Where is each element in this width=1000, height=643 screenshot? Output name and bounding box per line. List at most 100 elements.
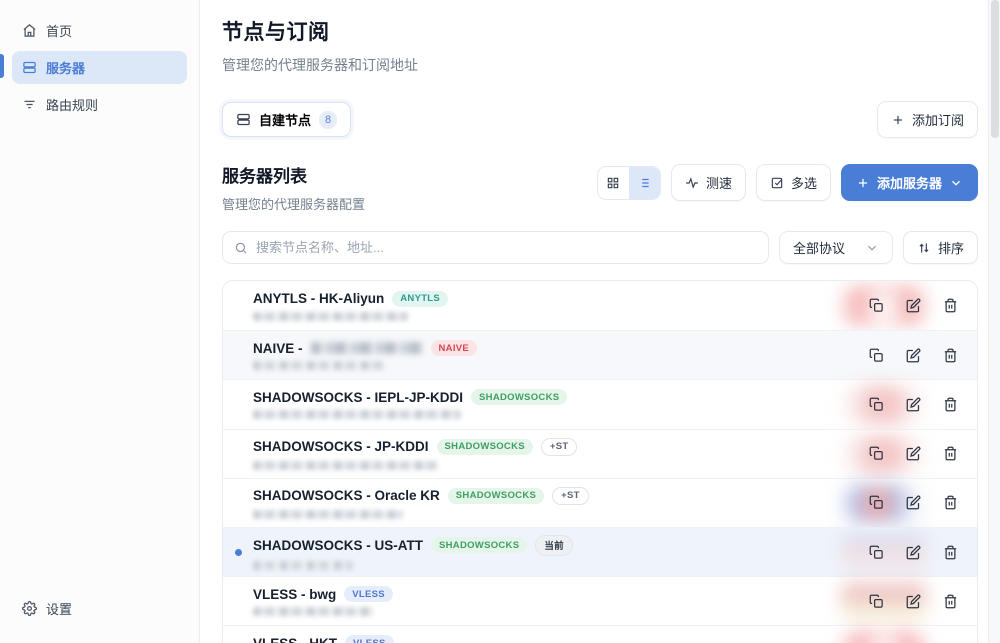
- delete-button[interactable]: [937, 441, 963, 467]
- edit-button[interactable]: [900, 490, 926, 516]
- search-input[interactable]: [256, 240, 757, 255]
- server-name: ANYTLS - HK-Aliyun: [253, 291, 385, 307]
- search-box: [222, 231, 769, 264]
- delete-button[interactable]: [937, 342, 963, 368]
- delete-button[interactable]: [937, 637, 963, 643]
- plus-icon: [893, 115, 903, 124]
- grid-view-button[interactable]: [598, 167, 629, 199]
- server-name: NAIVE -: [253, 340, 303, 356]
- copy-icon: [869, 545, 883, 559]
- server-row[interactable]: NAIVE - NAIVE: [223, 330, 977, 380]
- tab-row: 自建节点 8 添加订阅: [222, 101, 978, 138]
- current-node-dot: [235, 548, 242, 556]
- edit-button[interactable]: [900, 637, 926, 643]
- active-indicator: [0, 54, 4, 78]
- section-title: 服务器列表: [222, 167, 307, 186]
- server-icon: [23, 61, 36, 74]
- trash-icon: [944, 594, 956, 609]
- page-title: 节点与订阅: [222, 21, 330, 44]
- protocol-filter-value: 全部协议: [792, 241, 845, 256]
- sidebar-item-label: 设置: [46, 602, 73, 617]
- copy-button[interactable]: [863, 441, 889, 467]
- server-row[interactable]: VLESS - HKT VLESS: [223, 625, 977, 643]
- server-row[interactable]: SHADOWSOCKS - IEPL-JP-KDDI SHADOWSOCKS: [223, 379, 977, 429]
- copy-icon: [869, 495, 883, 510]
- server-row[interactable]: SHADOWSOCKS - JP-KDDI SHADOWSOCKS +ST: [223, 428, 977, 478]
- scrollbar-thumb[interactable]: [991, 0, 999, 138]
- protocol-badge: SHADOWSOCKS: [471, 389, 568, 406]
- protocol-badge: VLESS: [344, 586, 393, 603]
- tab-label: 自建节点: [259, 113, 312, 128]
- server-name: VLESS - bwg: [253, 586, 337, 602]
- add-subscription-button[interactable]: 添加订阅: [876, 101, 978, 138]
- extra-badge: 当前: [535, 534, 573, 556]
- server-row[interactable]: VLESS - bwg VLESS: [223, 576, 977, 626]
- protocol-badge: SHADOWSOCKS: [447, 487, 545, 504]
- delete-button[interactable]: [937, 293, 963, 319]
- copy-button[interactable]: [863, 342, 889, 368]
- copy-button[interactable]: [863, 490, 889, 516]
- grid-icon: [608, 177, 619, 188]
- list-view-button[interactable]: [628, 166, 660, 199]
- server-row[interactable]: SHADOWSOCKS - Oracle KR SHADOWSOCKS +ST: [223, 477, 977, 527]
- delete-button[interactable]: [937, 539, 963, 565]
- speed-test-button[interactable]: 测速: [670, 164, 746, 201]
- edit-button[interactable]: [900, 293, 926, 319]
- sidebar-item-home[interactable]: 首页: [12, 14, 187, 47]
- edit-button[interactable]: [900, 441, 926, 467]
- sidebar-item-settings[interactable]: 设置: [12, 592, 187, 625]
- copy-button[interactable]: [863, 637, 889, 643]
- add-server-label: 添加服务器: [876, 176, 942, 191]
- trash-icon: [944, 446, 956, 461]
- node-count-badge: 8: [319, 110, 338, 129]
- server-row[interactable]: SHADOWSOCKS - US-ATT SHADOWSOCKS 当前: [223, 526, 977, 577]
- edit-button[interactable]: [900, 342, 926, 368]
- edit-icon: [906, 298, 920, 313]
- add-server-button[interactable]: 添加服务器: [840, 164, 978, 201]
- sort-label: 排序: [937, 241, 964, 256]
- sidebar: 首页 服务器 路由规则 设置: [0, 0, 200, 643]
- page-subtitle: 管理您的代理服务器和订阅地址: [222, 57, 418, 73]
- tab-self-built-nodes[interactable]: 自建节点 8: [222, 102, 352, 137]
- trash-icon: [944, 397, 956, 412]
- edit-icon: [906, 495, 920, 510]
- copy-button[interactable]: [863, 293, 889, 319]
- chevron-down-icon: [952, 180, 960, 186]
- multi-select-label: 多选: [790, 176, 817, 191]
- server-name: SHADOWSOCKS - Oracle KR: [253, 488, 440, 504]
- server-name: SHADOWSOCKS - IEPL-JP-KDDI: [253, 389, 464, 405]
- server-row[interactable]: ANYTLS - HK-Aliyun ANYTLS: [223, 281, 977, 331]
- speed-test-label: 测速: [705, 176, 732, 191]
- redacted-address: [253, 460, 438, 470]
- redacted-address: [253, 311, 408, 321]
- copy-icon: [869, 298, 883, 312]
- sort-button[interactable]: 排序: [902, 231, 978, 264]
- toolbar: 测速 多选 添加服务器: [596, 164, 978, 201]
- plus-icon: [858, 178, 868, 187]
- redacted-address: [253, 560, 353, 570]
- server-section-header: 服务器列表 管理您的代理服务器配置 测速 多选 添加服务器: [222, 162, 978, 213]
- sort-arrows-icon: [919, 242, 929, 253]
- delete-button[interactable]: [937, 588, 963, 614]
- rules-icon: [24, 100, 35, 109]
- sidebar-item-rules[interactable]: 路由规则: [12, 88, 187, 121]
- protocol-filter-select[interactable]: 全部协议: [778, 231, 893, 264]
- scrollbar[interactable]: [988, 0, 1000, 643]
- multi-select-button[interactable]: 多选: [755, 164, 831, 201]
- edit-button[interactable]: [900, 391, 926, 417]
- edit-button[interactable]: [900, 539, 926, 565]
- trash-icon: [944, 298, 956, 313]
- redacted-address: [253, 361, 385, 371]
- edit-button[interactable]: [900, 588, 926, 614]
- trash-icon: [944, 545, 956, 559]
- copy-button[interactable]: [863, 588, 889, 614]
- main-content: 节点与订阅 管理您的代理服务器和订阅地址 自建节点 8 添加订阅 服务器列表 管…: [200, 0, 1000, 643]
- copy-button[interactable]: [863, 539, 889, 565]
- delete-button[interactable]: [937, 391, 963, 417]
- copy-button[interactable]: [863, 391, 889, 417]
- protocol-badge: ANYTLS: [392, 290, 449, 307]
- sidebar-item-servers[interactable]: 服务器: [0, 51, 187, 84]
- delete-button[interactable]: [937, 490, 963, 516]
- edit-icon: [906, 446, 920, 461]
- view-toggle: [596, 165, 661, 200]
